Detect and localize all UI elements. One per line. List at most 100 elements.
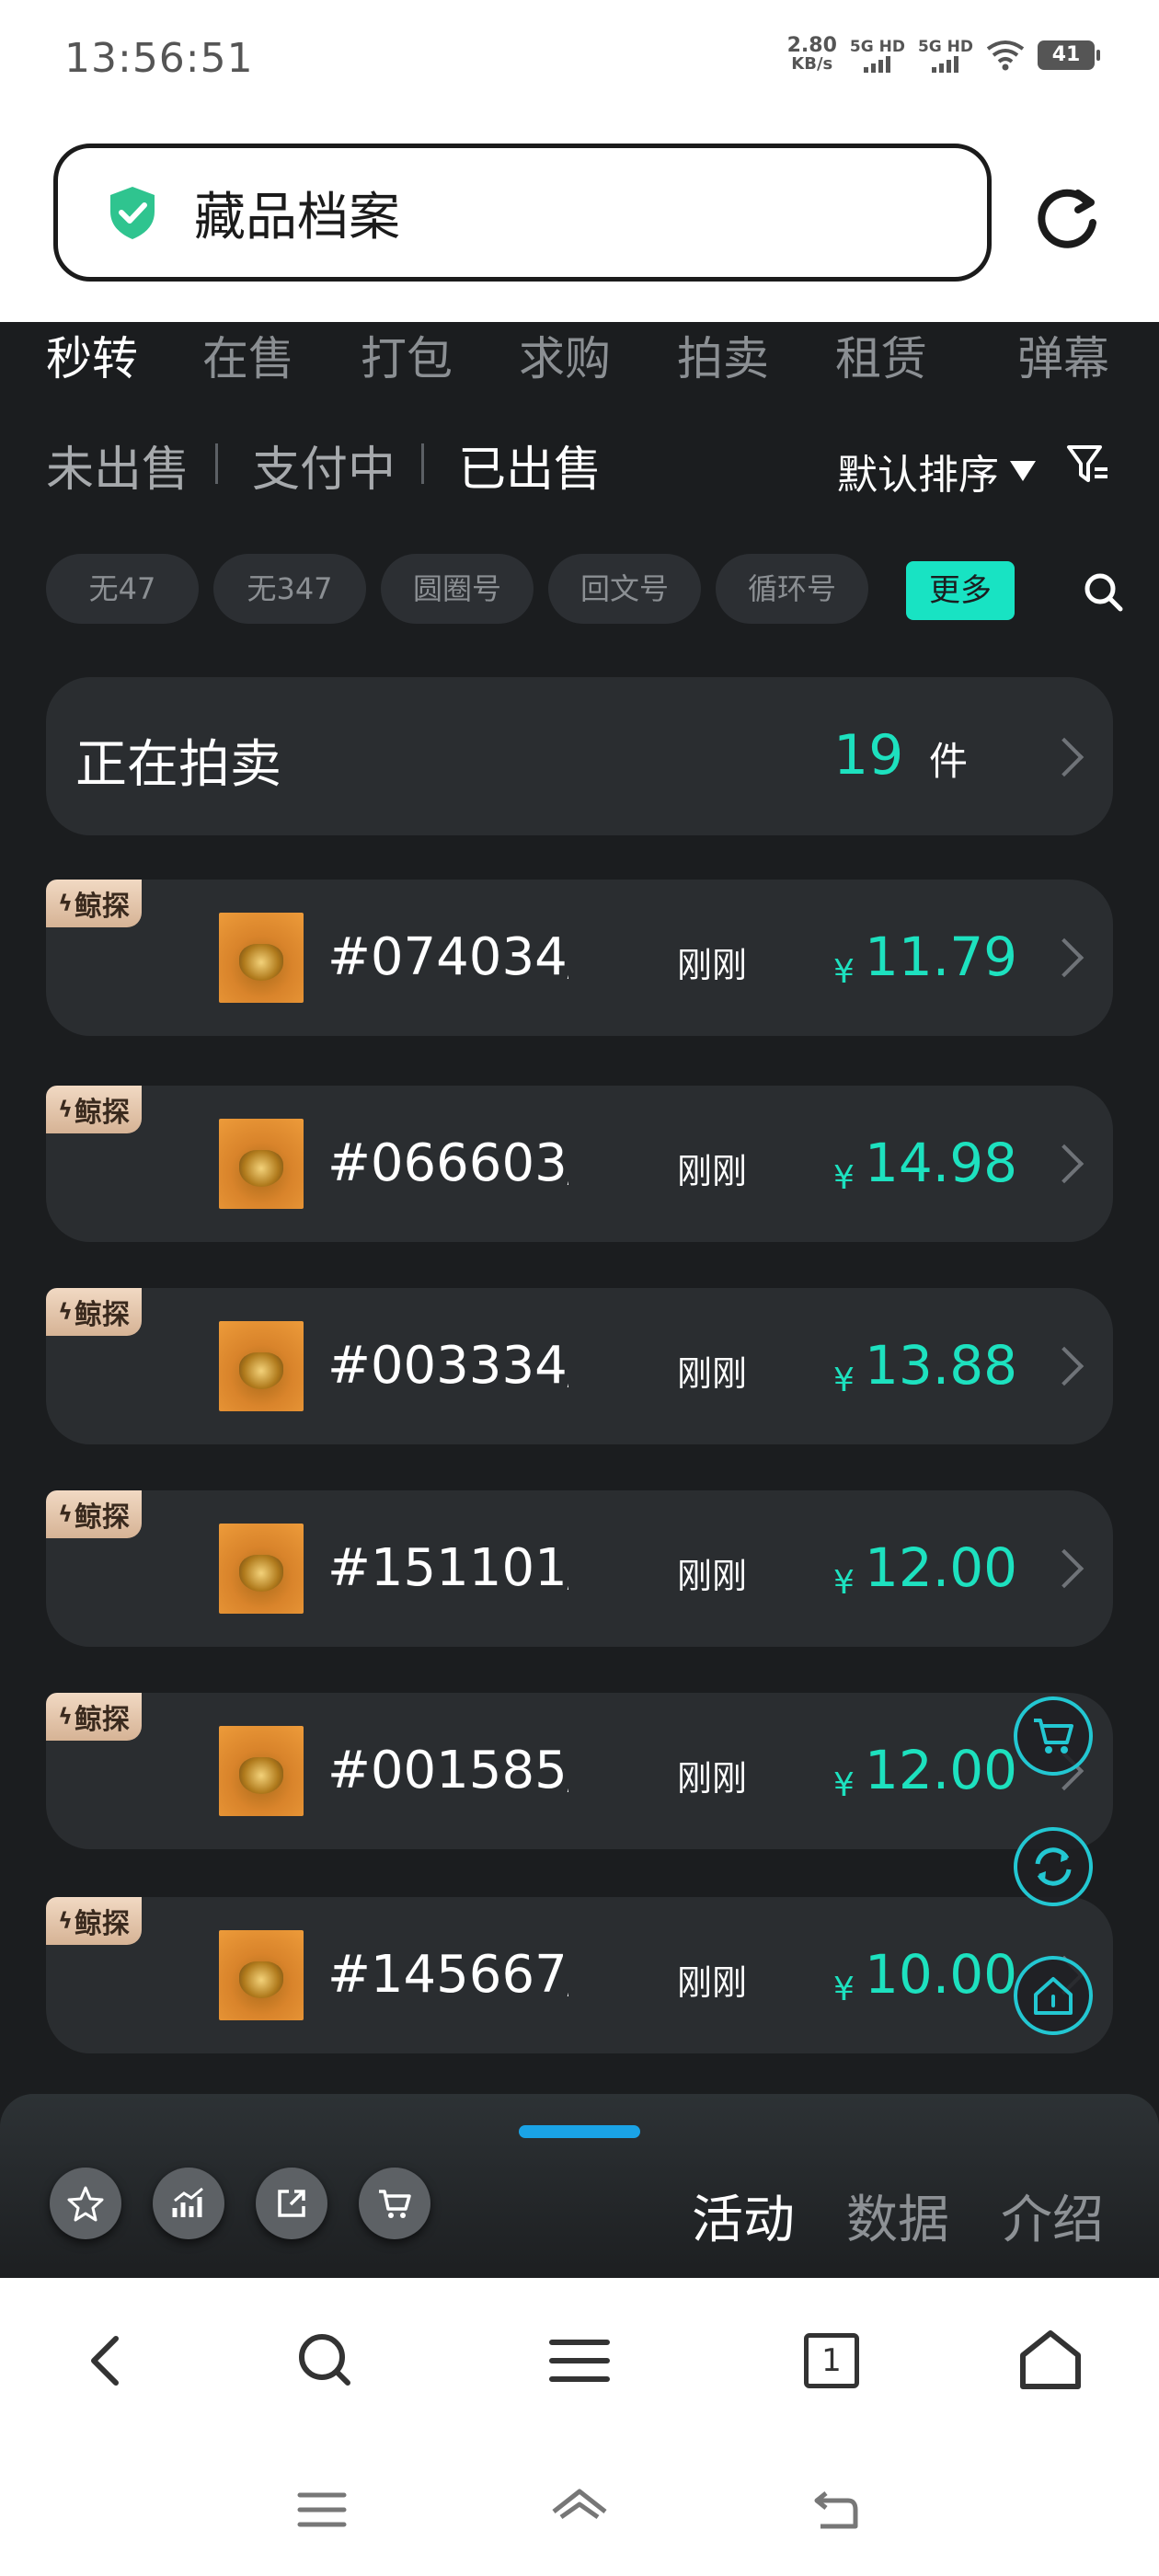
chip-tag[interactable]: 回文号 bbox=[548, 554, 701, 624]
caret-down-icon bbox=[1010, 461, 1036, 481]
signal-sim1-icon: 5G HD bbox=[850, 38, 905, 73]
tab-intro[interactable]: 介绍 bbox=[1001, 2179, 1104, 2253]
tab-activity[interactable]: 活动 bbox=[692, 2179, 795, 2253]
tab-zulin[interactable]: 租赁 bbox=[835, 322, 927, 388]
filter-not-sold[interactable]: 未出售 bbox=[46, 431, 189, 500]
chevron-right-icon bbox=[1044, 937, 1084, 978]
tab-miaozhuan[interactable]: 秒转 bbox=[46, 322, 138, 388]
main-content: 秒转 在售 打包 求购 拍卖 租赁 弹幕 未出售 支付中 已出售 默认排序 无4… bbox=[0, 322, 1159, 2094]
floating-home-button[interactable] bbox=[1014, 1956, 1093, 2035]
item-time: 刚刚 bbox=[677, 1556, 748, 1596]
item-thumbnail bbox=[219, 1930, 304, 2020]
auction-summary-row[interactable]: 正在拍卖 19 件 bbox=[46, 677, 1113, 835]
filter-paying[interactable]: 支付中 bbox=[252, 431, 396, 500]
item-id: #001585/2000 bbox=[327, 1741, 568, 1800]
tab-paimai[interactable]: 拍卖 bbox=[677, 322, 769, 388]
cart-icon bbox=[379, 2190, 411, 2218]
search-icon[interactable] bbox=[1082, 570, 1124, 613]
list-item[interactable]: ϟ鲸探 #074034/2000 刚刚 ¥ 11.79 bbox=[46, 880, 1113, 1036]
tab-danmu[interactable]: 弹幕 bbox=[1017, 322, 1109, 388]
star-icon bbox=[67, 2186, 104, 2222]
tab-qiugou[interactable]: 求购 bbox=[519, 322, 611, 388]
refresh-icon bbox=[1035, 1847, 1072, 1886]
tab-dabao[interactable]: 打包 bbox=[361, 322, 453, 388]
item-thumbnail bbox=[219, 1524, 304, 1614]
battery-icon: 41 bbox=[1038, 40, 1100, 70]
item-time: 刚刚 bbox=[677, 1962, 748, 2003]
filter-icon[interactable] bbox=[1065, 442, 1111, 488]
tabs-button[interactable]: 1 bbox=[795, 2324, 868, 2398]
platform-badge: ϟ 鲸探 bbox=[46, 1288, 142, 1336]
filter-sold[interactable]: 已出售 bbox=[458, 431, 602, 500]
chip-tag[interactable]: 无47 bbox=[46, 554, 199, 624]
list-item[interactable]: ϟ鲸探 #001585/2000 刚刚 ¥ 12.00 bbox=[46, 1693, 1113, 1849]
item-id: #145667/2000 bbox=[327, 1945, 568, 2005]
address-bar[interactable]: 藏品档案 bbox=[53, 144, 992, 282]
chevron-right-icon bbox=[1044, 1346, 1084, 1386]
item-id: #074034/2000 bbox=[327, 927, 568, 987]
chevron-right-icon bbox=[1044, 1144, 1084, 1184]
tag-chips: 无47 无347 圆圈号 回文号 循环号 更多 bbox=[46, 554, 1131, 624]
home-icon bbox=[1034, 1977, 1073, 2015]
more-button[interactable]: 更多 bbox=[906, 561, 1015, 620]
back-icon[interactable] bbox=[808, 2480, 866, 2539]
item-thumbnail bbox=[219, 1321, 304, 1411]
chip-tag[interactable]: 无347 bbox=[213, 554, 366, 624]
platform-badge: ϟ 鲸探 bbox=[46, 1086, 142, 1133]
chart-button[interactable] bbox=[153, 2168, 224, 2239]
list-item[interactable]: ϟ鲸探 #066603/2000 刚刚 ¥ 14.98 bbox=[46, 1086, 1113, 1242]
list-item[interactable]: ϟ鲸探 #003334/2000 刚刚 ¥ 13.88 bbox=[46, 1288, 1113, 1444]
item-price: 12.00 bbox=[865, 1739, 1018, 1801]
signal-sim2-icon: 5G HD bbox=[918, 38, 973, 73]
menu-icon[interactable] bbox=[543, 2324, 616, 2398]
status-icons: 2.80 KB/s 5G HD 5G HD 41 bbox=[786, 34, 1100, 74]
bolt-icon: ϟ bbox=[58, 1908, 73, 1934]
currency-symbol: ¥ bbox=[833, 1159, 855, 1197]
currency-symbol: ¥ bbox=[833, 1971, 855, 2008]
list-item[interactable]: ϟ鲸探 #151101/2000 刚刚 ¥ 12.00 bbox=[46, 1490, 1113, 1647]
favorite-button[interactable] bbox=[50, 2168, 121, 2239]
platform-badge: ϟ 鲸探 bbox=[46, 1897, 142, 1945]
item-thumbnail bbox=[219, 913, 304, 1003]
share-button[interactable] bbox=[256, 2168, 327, 2239]
chip-tag[interactable]: 循环号 bbox=[716, 554, 868, 624]
tab-data[interactable]: 数据 bbox=[846, 2179, 949, 2253]
platform-badge: ϟ 鲸探 bbox=[46, 1693, 142, 1741]
drag-handle[interactable] bbox=[519, 2125, 640, 2138]
item-price: 11.79 bbox=[865, 926, 1018, 988]
item-time: 刚刚 bbox=[677, 1151, 748, 1191]
auction-unit: 件 bbox=[929, 739, 969, 784]
home-icon[interactable] bbox=[1014, 2324, 1087, 2398]
item-id: #151101/2000 bbox=[327, 1538, 568, 1598]
platform-badge: ϟ 鲸探 bbox=[46, 1490, 142, 1538]
status-time: 13:56:51 bbox=[64, 35, 254, 82]
cart-button[interactable] bbox=[359, 2168, 430, 2239]
currency-symbol: ¥ bbox=[833, 1564, 855, 1602]
recent-apps-icon[interactable] bbox=[293, 2480, 351, 2539]
cart-icon bbox=[1034, 1719, 1073, 1754]
item-id: #003334/2000 bbox=[327, 1336, 568, 1396]
reload-icon[interactable] bbox=[1030, 180, 1104, 254]
item-id: #066603/2000 bbox=[327, 1133, 568, 1193]
divider bbox=[421, 443, 424, 484]
item-time: 刚刚 bbox=[677, 1758, 748, 1799]
browser-top-bar: 藏品档案 bbox=[0, 125, 1159, 322]
search-icon[interactable] bbox=[289, 2324, 362, 2398]
home-icon[interactable] bbox=[550, 2480, 609, 2539]
chip-tag[interactable]: 圆圈号 bbox=[381, 554, 534, 624]
bolt-icon: ϟ bbox=[58, 891, 73, 916]
sort-dropdown[interactable]: 默认排序 bbox=[837, 442, 1036, 500]
list-item[interactable]: ϟ鲸探 #145667/2000 刚刚 ¥ 10.00 bbox=[46, 1897, 1113, 2053]
chevron-right-icon bbox=[1044, 737, 1084, 777]
divider bbox=[215, 443, 218, 484]
bolt-icon: ϟ bbox=[58, 1704, 73, 1730]
platform-badge: ϟ 鲸探 bbox=[46, 880, 142, 927]
floating-refresh-button[interactable] bbox=[1014, 1827, 1093, 1906]
browser-navigation-bar: 1 bbox=[0, 2278, 1159, 2444]
bottom-action-panel: 活动 数据 介绍 bbox=[0, 2094, 1159, 2278]
tab-zaishou[interactable]: 在售 bbox=[202, 322, 294, 388]
item-thumbnail bbox=[219, 1726, 304, 1816]
floating-cart-button[interactable] bbox=[1014, 1696, 1093, 1776]
net-speed: 2.80 KB/s bbox=[786, 34, 837, 74]
back-icon[interactable] bbox=[72, 2324, 145, 2398]
